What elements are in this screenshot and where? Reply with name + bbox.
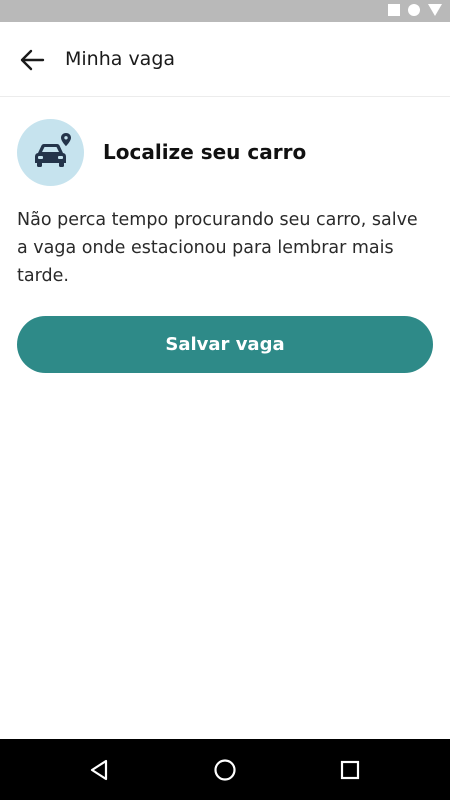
home-circle-icon <box>214 759 236 781</box>
feature-title: Localize seu carro <box>103 140 307 164</box>
page-title: Minha vaga <box>65 48 176 70</box>
arrow-back-icon <box>20 49 45 71</box>
status-circle-icon <box>408 4 420 16</box>
app-bar: Minha vaga <box>0 22 450 97</box>
feature-header: Localize seu carro <box>17 118 433 186</box>
system-nav-bar <box>0 739 450 800</box>
status-triangle-icon <box>428 4 442 16</box>
status-icons <box>388 4 442 16</box>
nav-home-button[interactable] <box>208 753 242 787</box>
recents-square-icon <box>340 760 360 780</box>
status-square-icon <box>388 4 400 16</box>
save-spot-button-label: Salvar vaga <box>165 334 285 355</box>
back-triangle-icon <box>90 759 108 781</box>
save-spot-button[interactable]: Salvar vaga <box>17 316 433 373</box>
car-location-icon <box>17 118 84 186</box>
back-button[interactable] <box>16 45 48 75</box>
nav-back-button[interactable] <box>82 753 116 787</box>
status-bar <box>0 0 450 22</box>
main-content: Localize seu carro Não perca tempo procu… <box>17 118 433 373</box>
nav-recents-button[interactable] <box>333 753 367 787</box>
feature-description: Não perca tempo procurando seu carro, sa… <box>17 210 418 286</box>
